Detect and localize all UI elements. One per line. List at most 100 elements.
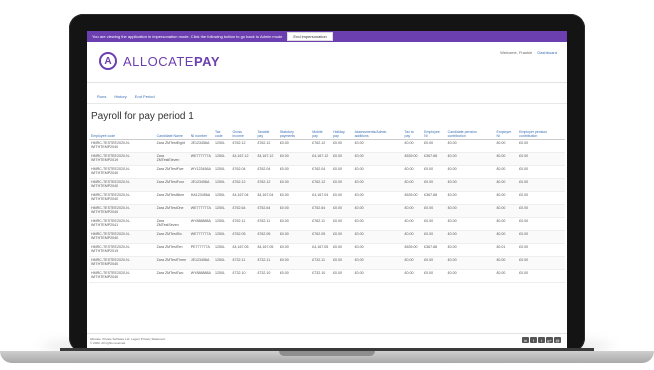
column-header: Employer NI: [494, 125, 518, 140]
table-cell: £0.00: [445, 230, 495, 244]
table-cell: £0.00: [445, 217, 495, 231]
table-cell: WY888888A: [188, 269, 213, 283]
nav-runs[interactable]: Runs: [97, 94, 106, 99]
table-cell: PE777777A: [188, 243, 213, 257]
table-cell: £367.68: [422, 243, 446, 257]
email-icon[interactable]: @: [554, 337, 561, 343]
table-cell: Zara ZMTestFive: [154, 165, 189, 179]
table-cell: Zara ZMTestTwo: [154, 269, 189, 283]
table-cell: £0.00: [331, 243, 353, 257]
table-cell: £4,167.12: [230, 152, 256, 166]
table-cell: £0.00: [517, 256, 565, 270]
table-cell: £0.00: [331, 139, 353, 153]
table-cell: £0.00: [277, 256, 311, 270]
table-cell: £0.00: [422, 165, 446, 179]
column-header: Candidate pension contribution: [445, 125, 495, 140]
table-cell: Zara ZMTestEight: [154, 139, 189, 153]
table-cell: WE777777A: [188, 152, 213, 166]
nav-history[interactable]: History: [114, 94, 126, 99]
table-cell: £0.00: [352, 230, 403, 244]
table-cell: £0.00: [445, 269, 495, 283]
table-cell: £0.00: [517, 243, 565, 257]
twitter-icon[interactable]: t: [538, 337, 545, 343]
table-cell: HA123456A: [188, 191, 213, 205]
column-header: Candidate Name: [154, 125, 189, 140]
logo-text: ALLOCATEPAY: [123, 54, 220, 69]
table-cell: £762.12: [255, 178, 278, 192]
table-cell: £762.12: [255, 139, 278, 153]
table-cell: £0.00: [352, 269, 403, 283]
table-cell: £0.00: [331, 152, 353, 166]
table-cell: £639.00: [402, 243, 423, 257]
table-cell: £752.64: [310, 204, 332, 218]
table-cell: £0.00: [494, 204, 518, 218]
dashboard-link[interactable]: Dashboard: [537, 50, 557, 55]
nav-end-period[interactable]: End Period: [135, 94, 155, 99]
table-cell: £762.12: [310, 139, 332, 153]
table-cell: 1250L: [212, 191, 231, 205]
table-cell: £0.00: [517, 217, 565, 231]
table-cell: £0.00: [445, 178, 495, 192]
end-impersonation-button[interactable]: End impersonation: [287, 32, 333, 41]
table-cell: £0.00: [422, 230, 446, 244]
table-cell: £732.11: [255, 256, 278, 270]
table-cell: £0.00: [352, 217, 403, 231]
facebook-icon[interactable]: f: [530, 337, 537, 343]
table-cell: 1250L: [212, 139, 231, 153]
footer-text-block: Allocate. Private Software Ltd. Legal | …: [90, 337, 165, 345]
footer: Allocate. Private Software Ltd. Legal | …: [87, 333, 567, 348]
table-cell: 1250L: [212, 217, 231, 231]
table-cell: £0.00: [352, 243, 403, 257]
linkedin-icon[interactable]: in: [522, 337, 529, 343]
table-row: HMRC-TESTEE2020-N-WITHTEMP2040 Zara ZMTes…: [89, 139, 565, 153]
logo-word-2: PAY: [193, 53, 221, 69]
table-cell: £0.00: [517, 178, 565, 192]
table-cell: £762.04: [255, 165, 278, 179]
table-row: HMRC-TESTEE2020-N-WITHTEMP2040 Zara ZMTes…: [89, 191, 565, 205]
table-cell: £367.68: [422, 191, 446, 205]
table-cell: HMRC-TESTEE2020-N-WITHTEMP2040: [89, 256, 155, 270]
laptop-notch: [279, 351, 375, 356]
table-cell: HMRC-TESTEE2020-N-WITHTEMP2040: [89, 191, 155, 205]
table-cell: £762.11: [310, 217, 332, 231]
column-header: Employer pension contribution: [517, 125, 565, 140]
table-cell: £0.00: [517, 165, 565, 179]
table-cell: £639.00: [402, 191, 423, 205]
table-cell: £0.00: [331, 217, 353, 231]
table-cell: Zara ZMTestNine: [154, 191, 189, 205]
table-cell: £4,167.04: [230, 191, 256, 205]
googleplus-icon[interactable]: g+: [546, 337, 553, 343]
logo[interactable]: A ALLOCATEPAY: [99, 52, 220, 70]
footer-copyright: © 2020. All rights reserved.: [90, 341, 127, 345]
table-cell: £0.00: [402, 256, 423, 270]
table-cell: £367.68: [422, 152, 446, 166]
table-cell: HMRC-TESTEE2020-N-WITHTEMP2019: [89, 243, 155, 257]
table-cell: £0.00: [402, 230, 423, 244]
table-cell: £762.04: [310, 165, 332, 179]
table-cell: £0.00: [331, 191, 353, 205]
table-row: HMRC-TESTEE2020-N-WITHTEMP2040 Zara ZMTes…: [89, 269, 565, 283]
table-cell: Zara ZMTestFour: [154, 178, 189, 192]
table-cell: Zara ZMTestOne: [154, 204, 189, 218]
table-cell: £762.05: [310, 230, 332, 244]
table-cell: HMRC-TESTEE2020-N-WITHTEMP2040: [89, 204, 155, 218]
table-cell: £0.00: [422, 204, 446, 218]
table-cell: £4,167.12: [310, 152, 332, 166]
table-row: HMRC-TESTEE2020-N-WITHTEMP2040 Zara ZMTes…: [89, 230, 565, 244]
table-header-row: Employee code Candidate Name NI number Tax …: [89, 125, 565, 140]
table-cell: HMRC-TESTEE2020-N-WITHTEMP2040: [89, 139, 155, 153]
table-cell: £0.00: [331, 178, 353, 192]
table-row: HMRC-TESTEE2020-N-WITHTEMP2040 Zara ZMTes…: [89, 165, 565, 179]
table-cell: 1250L: [212, 230, 231, 244]
table-cell: £762.11: [255, 217, 278, 231]
table-cell: JE123456A: [188, 256, 213, 270]
table-cell: £0.00: [422, 256, 446, 270]
column-header: Tax code: [212, 125, 231, 140]
table-cell: £4,167.05: [255, 243, 278, 257]
table-cell: £0.00: [277, 178, 311, 192]
table-cell: £0.00: [494, 217, 518, 231]
table-cell: £762.05: [255, 230, 278, 244]
table-cell: 1250L: [212, 243, 231, 257]
table-cell: £0.00: [352, 178, 403, 192]
table-cell: £0.00: [331, 230, 353, 244]
